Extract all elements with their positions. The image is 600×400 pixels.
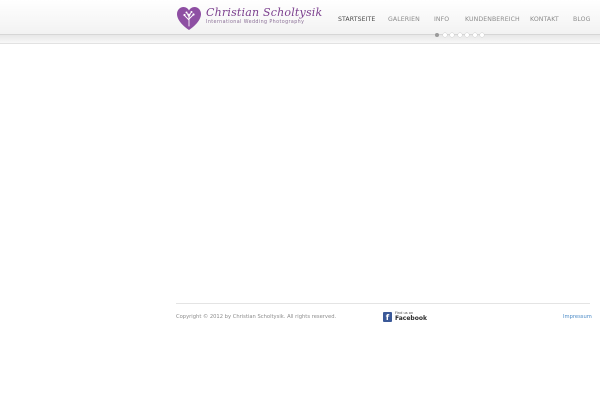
slider-dot[interactable] xyxy=(480,33,484,37)
facebook-label: Facebook xyxy=(395,315,427,322)
nav-item-info[interactable]: INFO xyxy=(434,16,449,23)
slider-dot[interactable] xyxy=(457,33,462,37)
nav-item-galerien[interactable]: GALERIEN xyxy=(388,16,420,23)
slider-band xyxy=(0,35,600,44)
nav-item-startseite[interactable]: STARTSEITE xyxy=(338,16,375,23)
slider-dot[interactable] xyxy=(472,33,477,37)
main-nav: STARTSEITE GALERIEN INFO KUNDENBEREICH K… xyxy=(0,16,600,26)
slider-dot[interactable] xyxy=(442,33,447,37)
nav-item-kundenbereich[interactable]: KUNDENBEREICH xyxy=(465,16,520,23)
slider-dot[interactable] xyxy=(450,33,454,37)
nav-item-blog[interactable]: BLOG xyxy=(573,16,591,23)
site-header: Christian Scholtysik International Weddi… xyxy=(0,0,600,35)
nav-item-kontakt[interactable]: KONTAKT xyxy=(530,16,559,23)
impressum-link[interactable]: Impressum xyxy=(563,314,592,320)
copyright-text: Copyright © 2012 by Christian Scholtysik… xyxy=(176,314,337,320)
footer-divider xyxy=(176,303,590,304)
slider-dot[interactable] xyxy=(435,33,439,37)
facebook-icon: f xyxy=(383,312,392,322)
slider-dot[interactable] xyxy=(465,33,469,37)
